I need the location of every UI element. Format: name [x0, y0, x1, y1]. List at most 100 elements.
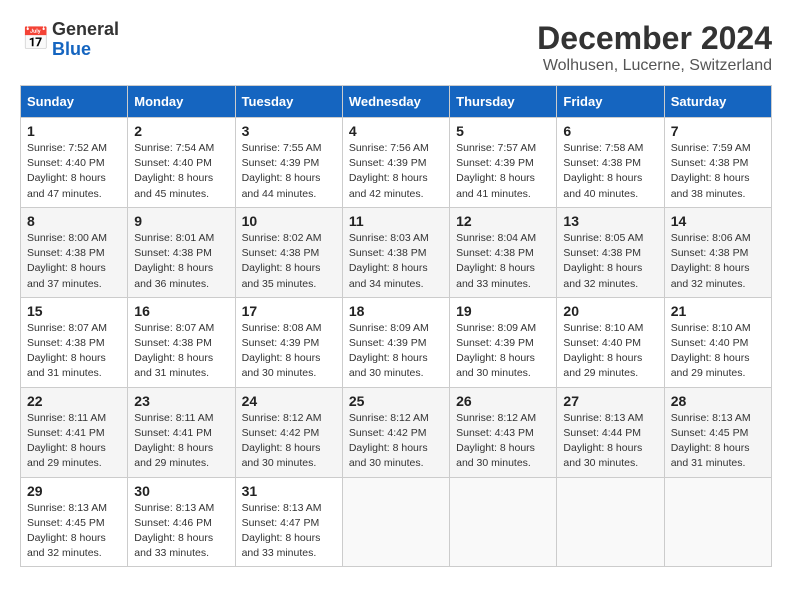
col-friday: Friday: [557, 86, 664, 118]
col-monday: Monday: [128, 86, 235, 118]
day-number: 12: [456, 213, 550, 229]
calendar-day-cell: 21 Sunrise: 8:10 AMSunset: 4:40 PMDayligh…: [664, 297, 771, 387]
logo-text: General Blue: [52, 20, 119, 60]
day-info: Sunrise: 8:02 AMSunset: 4:38 PMDaylight:…: [242, 231, 336, 292]
calendar-day-cell: 16 Sunrise: 8:07 AMSunset: 4:38 PMDayligh…: [128, 297, 235, 387]
day-info: Sunrise: 8:13 AMSunset: 4:47 PMDaylight:…: [242, 501, 336, 562]
day-info: Sunrise: 8:00 AMSunset: 4:38 PMDaylight:…: [27, 231, 121, 292]
month-title: December 2024: [537, 20, 772, 57]
day-info: Sunrise: 8:04 AMSunset: 4:38 PMDaylight:…: [456, 231, 550, 292]
day-number: 15: [27, 303, 121, 319]
day-info: Sunrise: 7:54 AMSunset: 4:40 PMDaylight:…: [134, 141, 228, 202]
calendar-day-cell: 28Sunrise: 8:13 AMSunset: 4:45 PMDayligh…: [664, 387, 771, 477]
day-number: 16: [134, 303, 228, 319]
calendar-day-cell: 14 Sunrise: 8:06 AMSunset: 4:38 PMDayligh…: [664, 207, 771, 297]
day-info: Sunrise: 8:09 AMSunset: 4:39 PMDaylight:…: [456, 321, 550, 382]
day-number: 22: [27, 393, 121, 409]
day-number: 31: [242, 483, 336, 499]
day-number: 21: [671, 303, 765, 319]
calendar-day-cell: 15 Sunrise: 8:07 AMSunset: 4:38 PMDayligh…: [21, 297, 128, 387]
day-info: Sunrise: 8:11 AMSunset: 4:41 PMDaylight:…: [27, 411, 121, 472]
day-number: 1: [27, 123, 121, 139]
calendar-body: 1Sunrise: 7:52 AMSunset: 4:40 PMDaylight…: [21, 118, 772, 567]
calendar-day-cell: 10 Sunrise: 8:02 AMSunset: 4:38 PMDayligh…: [235, 207, 342, 297]
page-header: 📅 General Blue December 2024 Wolhusen, L…: [20, 20, 772, 75]
day-info: Sunrise: 8:13 AMSunset: 4:44 PMDaylight:…: [563, 411, 657, 472]
calendar-day-cell: 26Sunrise: 8:12 AMSunset: 4:43 PMDayligh…: [450, 387, 557, 477]
day-number: 24: [242, 393, 336, 409]
svg-text:📅: 📅: [22, 26, 48, 51]
logo: 📅 General Blue: [20, 20, 119, 60]
calendar-day-cell: 6Sunrise: 7:58 AMSunset: 4:38 PMDaylight…: [557, 118, 664, 208]
day-number: 10: [242, 213, 336, 229]
day-info: Sunrise: 8:12 AMSunset: 4:42 PMDaylight:…: [349, 411, 443, 472]
location-subtitle: Wolhusen, Lucerne, Switzerland: [537, 57, 772, 75]
day-number: 13: [563, 213, 657, 229]
calendar-day-cell: 23Sunrise: 8:11 AMSunset: 4:41 PMDayligh…: [128, 387, 235, 477]
calendar-day-cell: 19 Sunrise: 8:09 AMSunset: 4:39 PMDayligh…: [450, 297, 557, 387]
day-number: 14: [671, 213, 765, 229]
day-info: Sunrise: 8:13 AMSunset: 4:46 PMDaylight:…: [134, 501, 228, 562]
calendar-day-cell: 24 Sunrise: 8:12 AMSunset: 4:42 PMDayligh…: [235, 387, 342, 477]
calendar-day-cell: 4 Sunrise: 7:56 AMSunset: 4:39 PMDaylight…: [342, 118, 449, 208]
day-number: 30: [134, 483, 228, 499]
day-info: Sunrise: 8:12 AMSunset: 4:42 PMDaylight:…: [242, 411, 336, 472]
col-thursday: Thursday: [450, 86, 557, 118]
calendar-week-row: 8 Sunrise: 8:00 AMSunset: 4:38 PMDaylight…: [21, 207, 772, 297]
day-number: 8: [27, 213, 121, 229]
calendar-day-cell: 22 Sunrise: 8:11 AMSunset: 4:41 PMDayligh…: [21, 387, 128, 477]
calendar-week-row: 22 Sunrise: 8:11 AMSunset: 4:41 PMDayligh…: [21, 387, 772, 477]
day-info: Sunrise: 8:10 AMSunset: 4:40 PMDaylight:…: [671, 321, 765, 382]
day-number: 4: [349, 123, 443, 139]
calendar-week-row: 1Sunrise: 7:52 AMSunset: 4:40 PMDaylight…: [21, 118, 772, 208]
day-number: 9: [134, 213, 228, 229]
empty-cell: [664, 477, 771, 567]
calendar-day-cell: 27 Sunrise: 8:13 AMSunset: 4:44 PMDayligh…: [557, 387, 664, 477]
logo-icon: 📅: [20, 26, 48, 54]
calendar-day-cell: 12 Sunrise: 8:04 AMSunset: 4:38 PMDayligh…: [450, 207, 557, 297]
empty-cell: [450, 477, 557, 567]
day-number: 17: [242, 303, 336, 319]
calendar-day-cell: 18 Sunrise: 8:09 AMSunset: 4:39 PMDayligh…: [342, 297, 449, 387]
day-info: Sunrise: 8:03 AMSunset: 4:38 PMDaylight:…: [349, 231, 443, 292]
day-info: Sunrise: 7:56 AMSunset: 4:39 PMDaylight:…: [349, 141, 443, 202]
calendar-day-cell: 20 Sunrise: 8:10 AMSunset: 4:40 PMDayligh…: [557, 297, 664, 387]
calendar-week-row: 29 Sunrise: 8:13 AMSunset: 4:45 PMDayligh…: [21, 477, 772, 567]
day-info: Sunrise: 8:13 AMSunset: 4:45 PMDaylight:…: [27, 501, 121, 562]
day-number: 2: [134, 123, 228, 139]
day-number: 3: [242, 123, 336, 139]
calendar-day-cell: 8 Sunrise: 8:00 AMSunset: 4:38 PMDaylight…: [21, 207, 128, 297]
calendar-day-cell: 30 Sunrise: 8:13 AMSunset: 4:46 PMDayligh…: [128, 477, 235, 567]
calendar-day-cell: 7Sunrise: 7:59 AMSunset: 4:38 PMDaylight…: [664, 118, 771, 208]
day-info: Sunrise: 8:07 AMSunset: 4:38 PMDaylight:…: [27, 321, 121, 382]
col-saturday: Saturday: [664, 86, 771, 118]
day-info: Sunrise: 8:11 AMSunset: 4:41 PMDaylight:…: [134, 411, 228, 472]
day-info: Sunrise: 8:06 AMSunset: 4:38 PMDaylight:…: [671, 231, 765, 292]
day-number: 29: [27, 483, 121, 499]
calendar-day-cell: 5Sunrise: 7:57 AMSunset: 4:39 PMDaylight…: [450, 118, 557, 208]
day-info: Sunrise: 8:07 AMSunset: 4:38 PMDaylight:…: [134, 321, 228, 382]
day-info: Sunrise: 8:08 AMSunset: 4:39 PMDaylight:…: [242, 321, 336, 382]
calendar-day-cell: 1Sunrise: 7:52 AMSunset: 4:40 PMDaylight…: [21, 118, 128, 208]
calendar-day-cell: 2 Sunrise: 7:54 AMSunset: 4:40 PMDaylight…: [128, 118, 235, 208]
day-number: 26: [456, 393, 550, 409]
calendar-header-row: Sunday Monday Tuesday Wednesday Thursday…: [21, 86, 772, 118]
calendar-day-cell: 29 Sunrise: 8:13 AMSunset: 4:45 PMDayligh…: [21, 477, 128, 567]
empty-cell: [557, 477, 664, 567]
day-info: Sunrise: 7:57 AMSunset: 4:39 PMDaylight:…: [456, 141, 550, 202]
day-number: 6: [563, 123, 657, 139]
day-number: 7: [671, 123, 765, 139]
col-sunday: Sunday: [21, 86, 128, 118]
day-number: 20: [563, 303, 657, 319]
day-number: 27: [563, 393, 657, 409]
day-info: Sunrise: 8:10 AMSunset: 4:40 PMDaylight:…: [563, 321, 657, 382]
title-block: December 2024 Wolhusen, Lucerne, Switzer…: [537, 20, 772, 75]
day-number: 18: [349, 303, 443, 319]
calendar-day-cell: 25Sunrise: 8:12 AMSunset: 4:42 PMDayligh…: [342, 387, 449, 477]
day-number: 28: [671, 393, 765, 409]
calendar-day-cell: 11 Sunrise: 8:03 AMSunset: 4:38 PMDayligh…: [342, 207, 449, 297]
day-info: Sunrise: 8:09 AMSunset: 4:39 PMDaylight:…: [349, 321, 443, 382]
day-number: 11: [349, 213, 443, 229]
day-number: 19: [456, 303, 550, 319]
calendar-table: Sunday Monday Tuesday Wednesday Thursday…: [20, 85, 772, 567]
